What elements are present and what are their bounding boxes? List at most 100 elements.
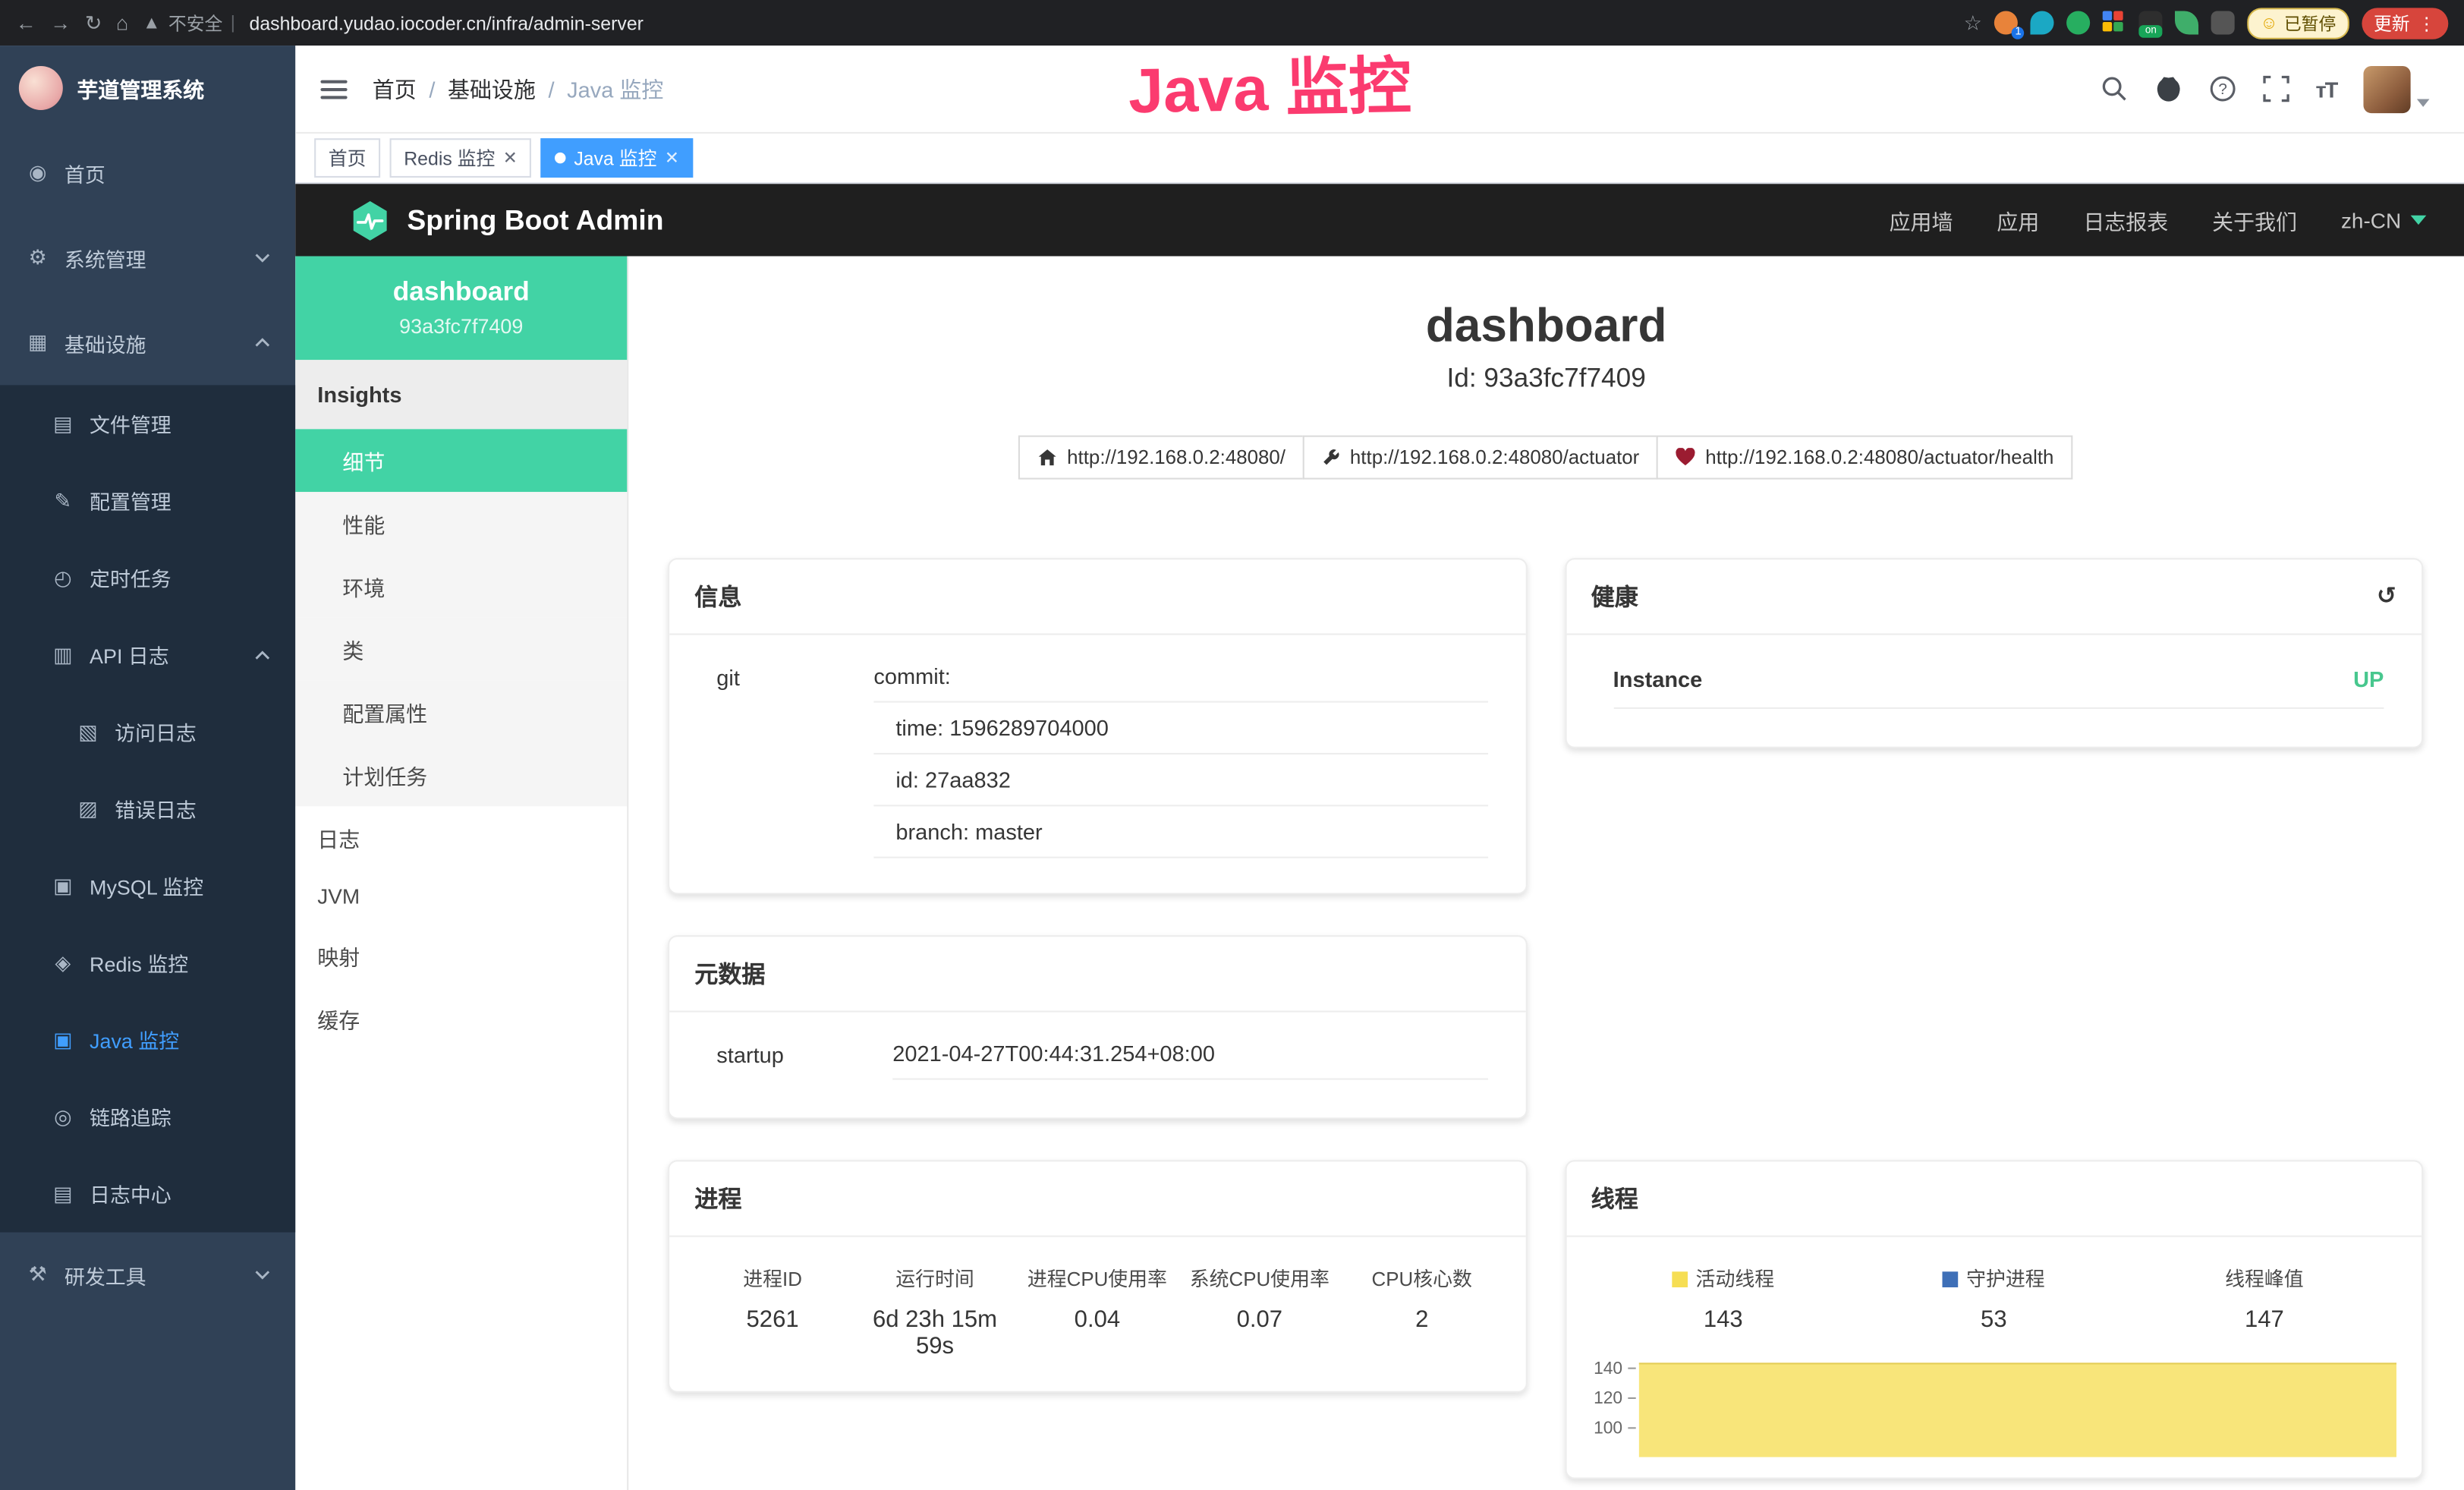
sidebar-item-dev-tools[interactable]: ⚒ 研发工具 (0, 1233, 295, 1318)
extension-puzzle-icon[interactable] (2211, 11, 2235, 34)
on-badge: on (2139, 25, 2163, 38)
extension-on-icon[interactable]: on (2139, 11, 2163, 34)
tags-view: 首页 Redis 监控 ✕ Java 监控 ✕ (295, 134, 2464, 184)
sidebar-item-home[interactable]: ◉ 首页 (0, 131, 295, 216)
gear-icon: ⚙ (25, 245, 50, 270)
clock-icon: ◴ (50, 565, 75, 590)
sidebar-item-caches[interactable]: 缓存 (295, 987, 627, 1050)
close-icon[interactable]: ✕ (503, 148, 518, 169)
avatar[interactable] (2363, 65, 2410, 112)
sba-nav-wallboard[interactable]: 应用墙 (1890, 204, 1953, 235)
sba-nav-about[interactable]: 关于我们 (2212, 204, 2297, 235)
health-instance-label: Instance (1613, 666, 1703, 691)
sba-nav-applications[interactable]: 应用 (1997, 204, 2039, 235)
sidebar-item-mappings[interactable]: 映射 (295, 925, 627, 988)
sba-logo-icon (349, 199, 392, 241)
reload-icon[interactable]: ↻ (85, 13, 102, 33)
fullscreen-icon[interactable] (2262, 75, 2289, 102)
extension-drop-icon[interactable] (2031, 11, 2054, 34)
stat-pid: 进程ID 5261 (691, 1262, 854, 1359)
sba-nav-journal[interactable]: 日志报表 (2083, 204, 2168, 235)
insights-item-scheduled-tasks[interactable]: 计划任务 (295, 743, 627, 806)
extension-area: ☆ 1 on ☺ 已暂停 更新 ⋮ (1964, 7, 2449, 38)
sidebar-item-mysql-monitor[interactable]: ▣ MySQL 监控 (0, 847, 295, 924)
tag-redis-monitor[interactable]: Redis 监控 ✕ (390, 138, 532, 178)
extension-green-icon[interactable] (2067, 11, 2091, 34)
infra-submenu: ▤ 文件管理 ✎ 配置管理 ◴ 定时任务 ▥ API 日志 (0, 385, 295, 1232)
history-icon[interactable]: ↺ (2377, 584, 2396, 608)
bookmark-star-icon[interactable]: ☆ (1964, 13, 1982, 33)
infra-icon: ▦ (25, 330, 50, 355)
sidebar-item-config-management[interactable]: ✎ 配置管理 (0, 462, 295, 539)
sidebar-item-tracing[interactable]: ◎ 链路追踪 (0, 1079, 295, 1155)
update-button[interactable]: 更新 ⋮ (2361, 7, 2448, 38)
wrench-icon (1322, 448, 1341, 467)
sidebar-item-file-management[interactable]: ▤ 文件管理 (0, 385, 295, 461)
service-url-link[interactable]: http://192.168.0.2:48080/ (1018, 436, 1304, 480)
tools-icon: ⚒ (25, 1262, 50, 1287)
legend-blue-swatch (1943, 1271, 1959, 1287)
help-icon[interactable]: ? (2209, 75, 2236, 102)
extension-orange-icon[interactable]: 1 (1994, 11, 2018, 34)
insights-item-metrics[interactable]: 性能 (295, 492, 627, 555)
sidebar-item-infra[interactable]: ▦ 基础设施 (0, 301, 295, 386)
sidebar-item-access-logs[interactable]: ▧ 访问日志 (0, 693, 295, 770)
home-icon (1037, 448, 1058, 467)
smiley-icon: ☺ (2260, 14, 2277, 33)
heartbeat-icon (1676, 448, 1696, 467)
sidebar-item-error-logs[interactable]: ▨ 错误日志 (0, 770, 295, 847)
file-icon: ▤ (50, 411, 75, 436)
breadcrumb-home[interactable]: 首页 (373, 73, 417, 104)
chevron-up-icon (254, 650, 270, 659)
browser-menu-icon[interactable]: ⋮ (2418, 12, 2436, 34)
font-size-icon[interactable]: ᴛT (2315, 76, 2337, 101)
insights-item-details[interactable]: 细节 (295, 429, 627, 492)
forward-icon[interactable]: → (50, 13, 71, 33)
security-indicator[interactable]: ▲ 不安全 | (143, 10, 235, 35)
search-icon[interactable] (2101, 75, 2127, 102)
sidebar-item-system[interactable]: ⚙ 系统管理 (0, 216, 295, 301)
home-icon[interactable]: ⌂ (116, 13, 128, 33)
admin-sidebar: 芋道管理系统 ◉ 首页 ⚙ 系统管理 ▦ 基础设施 (0, 46, 295, 1490)
insights-item-beans[interactable]: 类 (295, 618, 627, 681)
card-title: 线程 (1591, 1182, 1638, 1214)
close-icon[interactable]: ✕ (665, 148, 679, 169)
legend-live-threads: 活动线程 143 (1588, 1262, 1859, 1333)
github-icon[interactable] (2154, 74, 2182, 102)
insights-item-environment[interactable]: 环境 (295, 555, 627, 618)
locale-select[interactable]: zh-CN (2341, 208, 2426, 232)
tag-java-monitor[interactable]: Java 监控 ✕ (541, 138, 694, 178)
insights-item-config-props[interactable]: 配置属性 (295, 681, 627, 744)
log-center-icon: ▤ (50, 1181, 75, 1206)
extension-leaf-icon[interactable] (2176, 11, 2199, 34)
threads-chart: 140 120 100 (1578, 1355, 2406, 1478)
active-dot (555, 153, 566, 163)
sba-brand[interactable]: Spring Boot Admin (349, 199, 664, 241)
metadata-card: 元数据 startup 2021-04-27T00:44:31.254+08:0… (668, 935, 1527, 1119)
hamburger-icon[interactable] (320, 80, 347, 99)
tag-home[interactable]: 首页 (314, 138, 380, 178)
page-title: dashboard (628, 301, 2464, 354)
sidebar-item-scheduled-jobs[interactable]: ◴ 定时任务 (0, 539, 295, 616)
process-card: 进程 进程ID 5261 运行时间 6d 23h 15m 59s (668, 1160, 1527, 1392)
sidebar-item-jvm[interactable]: JVM (295, 869, 627, 924)
legend-yellow-swatch (1672, 1271, 1688, 1287)
sidebar-item-redis-monitor[interactable]: ◈ Redis 监控 (0, 925, 295, 1001)
instance-header[interactable]: dashboard 93a3fc7f7409 (295, 257, 627, 361)
actuator-url-link[interactable]: http://192.168.0.2:48080/actuator (1303, 436, 1658, 480)
sidebar-item-log-center[interactable]: ▤ 日志中心 (0, 1155, 295, 1232)
extension-grid-icon[interactable] (2103, 11, 2126, 34)
caret-down-icon (2417, 98, 2430, 106)
threads-card: 线程 活动线程 143 (1564, 1160, 2423, 1479)
paused-badge[interactable]: ☺ 已暂停 (2248, 7, 2349, 38)
app-logo[interactable]: 芋道管理系统 (0, 46, 295, 131)
back-icon[interactable]: ← (16, 13, 36, 33)
health-url-link[interactable]: http://192.168.0.2:48080/actuator/health (1657, 436, 2072, 480)
sidebar-item-api-logs[interactable]: ▥ API 日志 (0, 616, 295, 693)
chevron-down-icon (254, 253, 270, 262)
breadcrumb-infra[interactable]: 基础设施 (448, 73, 536, 104)
sidebar-item-java-monitor[interactable]: ▣ Java 监控 (0, 1001, 295, 1078)
user-menu[interactable] (2363, 65, 2429, 112)
sidebar-item-loggers[interactable]: 日志 (295, 806, 627, 869)
address-bar[interactable]: dashboard.yudao.iocoder.cn/infra/admin-s… (250, 12, 644, 34)
